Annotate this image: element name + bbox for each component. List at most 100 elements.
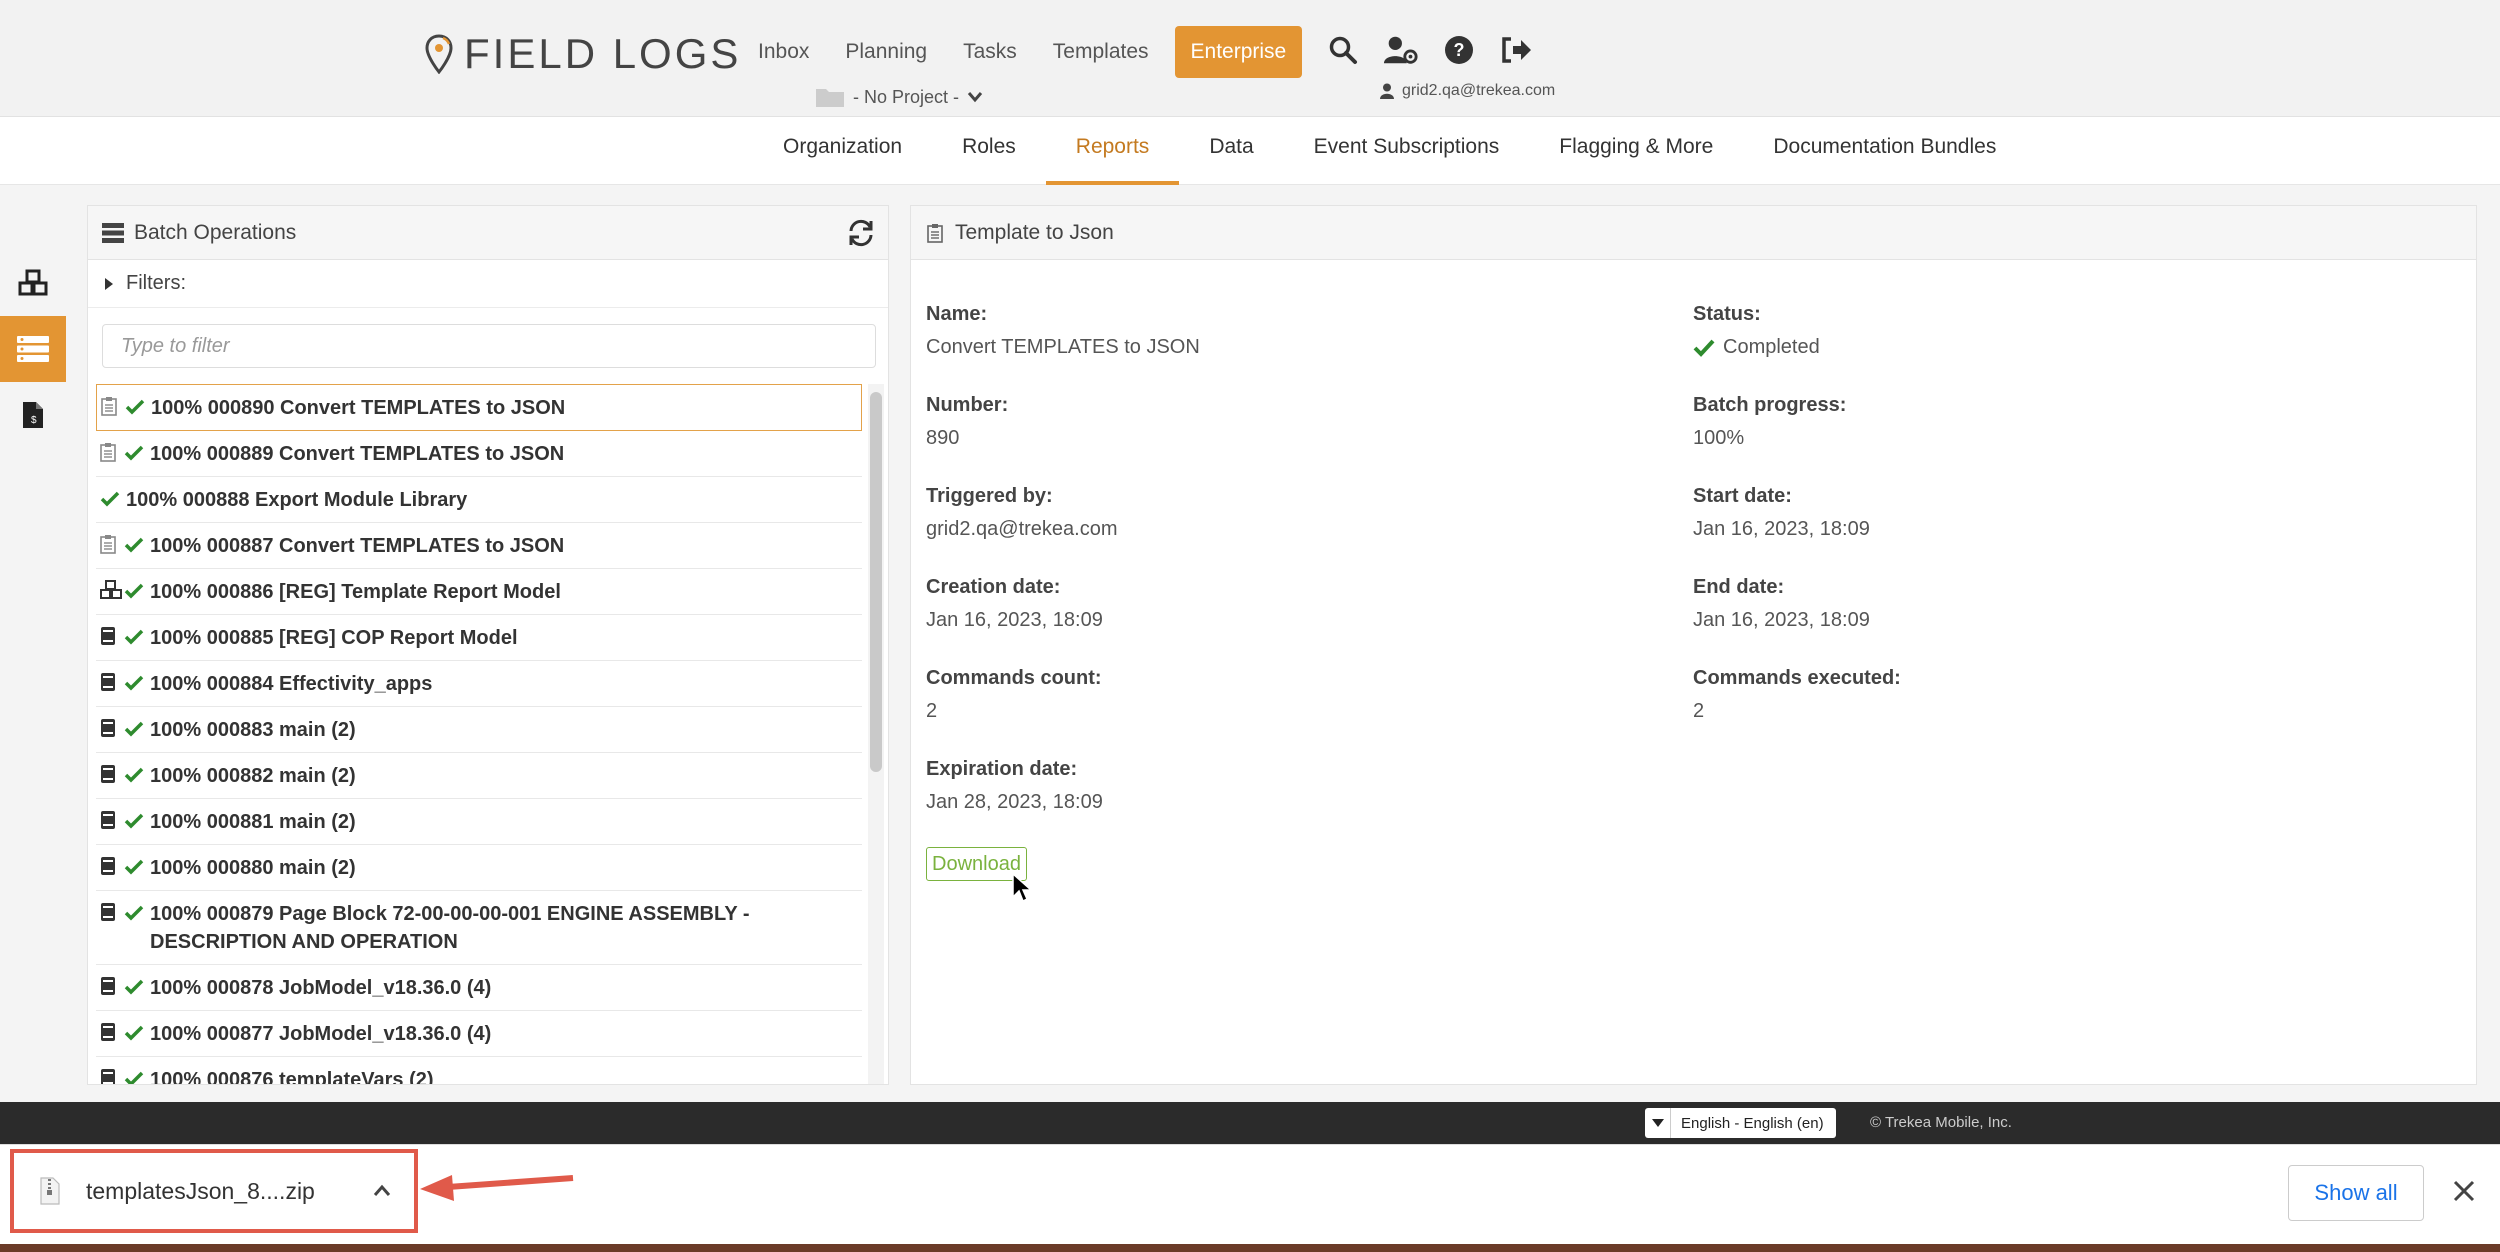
book-icon bbox=[100, 976, 118, 1000]
top-header: FIELD LOGS Inbox Planning Tasks Template… bbox=[0, 0, 2500, 117]
check-icon bbox=[125, 394, 145, 422]
filter-input[interactable] bbox=[102, 324, 876, 368]
batch-list-item[interactable]: 100% 000881 main (2) bbox=[96, 799, 862, 845]
check-icon bbox=[124, 1020, 144, 1048]
logo[interactable]: FIELD LOGS bbox=[424, 30, 741, 78]
user-gear-icon[interactable] bbox=[1383, 32, 1419, 68]
check-icon bbox=[124, 808, 144, 836]
check-icon bbox=[124, 854, 144, 882]
nav-tasks[interactable]: Tasks bbox=[945, 26, 1035, 78]
location-pin-icon bbox=[425, 34, 453, 74]
server-icon bbox=[102, 222, 124, 243]
close-icon[interactable] bbox=[2450, 1177, 2478, 1205]
detail-title: Template to Json bbox=[955, 220, 1114, 244]
tab-organization[interactable]: Organization bbox=[753, 117, 932, 185]
check-icon bbox=[124, 440, 144, 468]
batch-list-item[interactable]: 100% 000876 templateVars (2) bbox=[96, 1057, 862, 1084]
chevron-up-icon[interactable] bbox=[372, 1181, 392, 1201]
batch-list-item[interactable]: 100% 000890 Convert TEMPLATES to JSON bbox=[96, 384, 862, 431]
search-icon[interactable] bbox=[1325, 32, 1361, 68]
clipboard-icon bbox=[101, 396, 119, 420]
clipboard-icon bbox=[927, 223, 943, 243]
clipboard-icon bbox=[100, 442, 118, 466]
nav-inbox[interactable]: Inbox bbox=[740, 26, 827, 78]
rail-file-button[interactable]: $ bbox=[0, 382, 66, 448]
svg-text:$: $ bbox=[31, 415, 37, 426]
batch-item-label: 100% 000877 JobModel_v18.36.0 (4) bbox=[150, 1023, 492, 1045]
batch-item-label: 100% 000885 [REG] COP Report Model bbox=[150, 627, 518, 649]
tab-data[interactable]: Data bbox=[1179, 117, 1283, 185]
check-icon bbox=[124, 716, 144, 744]
nav-planning[interactable]: Planning bbox=[827, 26, 945, 78]
logout-icon[interactable] bbox=[1499, 32, 1535, 68]
book-icon bbox=[100, 1068, 118, 1084]
field-label: Creation date: bbox=[926, 576, 1061, 598]
download-item[interactable]: templatesJson_8....zip bbox=[10, 1149, 418, 1233]
nav-enterprise[interactable]: Enterprise bbox=[1174, 26, 1303, 78]
folder-icon bbox=[816, 89, 844, 107]
language-select[interactable]: English - English (en) bbox=[1645, 1108, 1836, 1138]
batch-list-item[interactable]: 100% 000885 [REG] COP Report Model bbox=[96, 615, 862, 661]
show-all-button[interactable]: Show all bbox=[2288, 1165, 2424, 1221]
field-value: Jan 16, 2023, 18:09 bbox=[926, 609, 1103, 631]
tab-event-subscriptions[interactable]: Event Subscriptions bbox=[1284, 117, 1530, 185]
cubes-icon bbox=[100, 580, 122, 604]
refresh-icon[interactable] bbox=[846, 218, 876, 248]
batch-list-item[interactable]: 100% 000880 main (2) bbox=[96, 845, 862, 891]
field-commands-count: Commands count: 2 bbox=[926, 667, 1102, 723]
check-icon bbox=[124, 670, 144, 698]
field-value: grid2.qa@trekea.com bbox=[926, 518, 1118, 540]
batch-panel-header: Batch Operations bbox=[88, 206, 888, 260]
filters-toggle[interactable]: Filters: bbox=[88, 260, 888, 308]
project-selector[interactable]: - No Project - bbox=[815, 86, 983, 108]
rail-server-button[interactable] bbox=[0, 316, 66, 382]
check-icon bbox=[124, 900, 144, 928]
filters-label: Filters: bbox=[126, 272, 186, 294]
batch-list-item[interactable]: 100% 000882 main (2) bbox=[96, 753, 862, 799]
field-value: 100% bbox=[1693, 427, 1745, 449]
batch-list-scrollbar[interactable] bbox=[868, 384, 884, 1084]
tab-roles[interactable]: Roles bbox=[932, 117, 1046, 185]
scrollbar-thumb[interactable] bbox=[870, 392, 882, 772]
batch-item-label: 100% 000881 main (2) bbox=[150, 811, 356, 833]
field-value: Jan 16, 2023, 18:09 bbox=[1693, 609, 1870, 631]
batch-list-item[interactable]: 100% 000887 Convert TEMPLATES to JSON bbox=[96, 523, 862, 569]
batch-list-item[interactable]: 100% 000889 Convert TEMPLATES to JSON bbox=[96, 431, 862, 477]
batch-list-item[interactable]: 100% 000879 Page Block 72-00-00-00-001 E… bbox=[96, 891, 862, 965]
chevron-down-icon bbox=[967, 92, 983, 103]
book-icon bbox=[100, 810, 118, 834]
download-filename: templatesJson_8....zip bbox=[86, 1177, 315, 1204]
tab-documentation-bundles[interactable]: Documentation Bundles bbox=[1743, 117, 2026, 185]
header-icons: ? bbox=[1325, 32, 1535, 68]
help-icon[interactable]: ? bbox=[1441, 32, 1477, 68]
batch-item-label: 100% 000882 main (2) bbox=[150, 765, 356, 787]
batch-list-item[interactable]: 100% 000886 [REG] Template Report Model bbox=[96, 569, 862, 615]
caret-right-icon bbox=[105, 277, 113, 290]
check-icon bbox=[124, 974, 144, 1002]
tab-reports[interactable]: Reports bbox=[1045, 117, 1180, 185]
mouse-cursor-icon bbox=[1012, 873, 1032, 903]
field-status: Status: Completed bbox=[1693, 303, 1820, 359]
batch-list-item[interactable]: 100% 000883 main (2) bbox=[96, 707, 862, 753]
top-nav: Inbox Planning Tasks Templates Enterpris… bbox=[740, 26, 1303, 78]
batch-list-item[interactable]: 100% 000888 Export Module Library bbox=[96, 477, 862, 523]
batch-item-label: 100% 000886 [REG] Template Report Model bbox=[150, 581, 561, 603]
batch-list-item[interactable]: 100% 000877 JobModel_v18.36.0 (4) bbox=[96, 1011, 862, 1057]
batch-list-item[interactable]: 100% 000884 Effectivity_apps bbox=[96, 661, 862, 707]
book-icon bbox=[100, 856, 118, 880]
cubes-icon bbox=[18, 269, 48, 296]
book-icon bbox=[100, 718, 118, 742]
field-triggered-by: Triggered by: grid2.qa@trekea.com bbox=[926, 485, 1118, 541]
batch-item-label: 100% 000889 Convert TEMPLATES to JSON bbox=[150, 443, 565, 465]
batch-item-label: 100% 000883 main (2) bbox=[150, 719, 356, 741]
nav-templates[interactable]: Templates bbox=[1035, 26, 1167, 78]
rail-cubes-button[interactable] bbox=[0, 250, 66, 316]
book-icon bbox=[100, 764, 118, 788]
clipboard-icon bbox=[100, 534, 118, 558]
batch-list-item[interactable]: 100% 000878 JobModel_v18.36.0 (4) bbox=[96, 965, 862, 1011]
copyright: © Trekea Mobile, Inc. bbox=[1870, 1114, 2012, 1131]
field-end-date: End date: Jan 16, 2023, 18:09 bbox=[1693, 576, 1870, 632]
tab-flagging[interactable]: Flagging & More bbox=[1529, 117, 1743, 185]
field-label: Commands executed: bbox=[1693, 667, 1901, 689]
batch-item-label: 100% 000890 Convert TEMPLATES to JSON bbox=[151, 397, 566, 419]
